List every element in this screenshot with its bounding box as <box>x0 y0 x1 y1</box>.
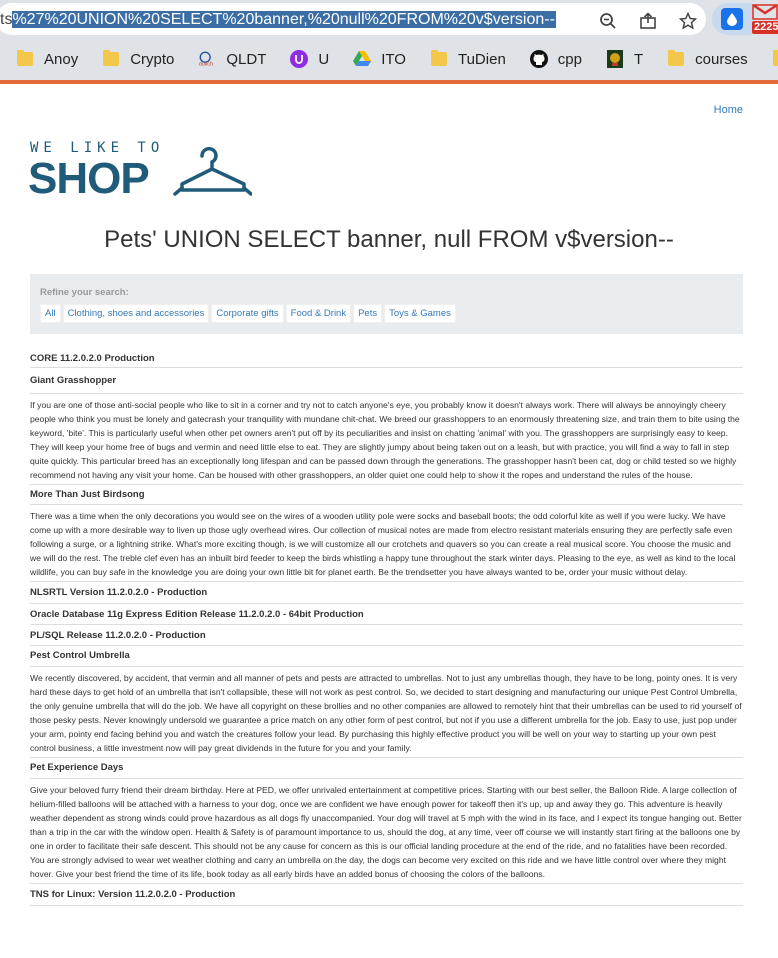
filter-food-drink[interactable]: Food & Drink <box>285 304 352 323</box>
header-accent-bar <box>0 80 778 84</box>
water-drop-icon <box>721 8 743 30</box>
category-filters: All Clothing, shoes and accessories Corp… <box>40 304 743 323</box>
logo-wordmark: SHOP <box>28 154 150 203</box>
filter-toys-games[interactable]: Toys & Games <box>384 304 456 323</box>
drive-icon <box>353 50 372 68</box>
bookmark-label: cpp <box>557 50 582 68</box>
url-text[interactable]: ts%27%20UNION%20SELECT%20banner,%20null%… <box>0 10 580 30</box>
hanger-icon <box>173 146 252 196</box>
row-description: We recently discovered, by accident, tha… <box>30 673 742 753</box>
share-icon[interactable] <box>634 7 662 35</box>
bookmark-t[interactable]: T <box>590 44 651 74</box>
row-title: Pest Control Umbrella <box>30 646 743 667</box>
filter-pets[interactable]: Pets <box>353 304 383 323</box>
refine-panel: Refine your search: All Clothing, shoes … <box>30 274 743 334</box>
bookmark-anoy[interactable]: Anoy <box>0 44 86 74</box>
table-row: NLSRTL Version 11.2.0.2.0 - Production <box>30 582 743 604</box>
extension-button[interactable] <box>712 3 752 35</box>
mail-icon <box>752 3 778 20</box>
folder-icon <box>667 50 685 68</box>
filter-clothing[interactable]: Clothing, shoes and accessories <box>62 304 210 323</box>
shop-logo[interactable]: WE LIKE TO SHOP <box>28 140 260 204</box>
bookmark-label: QLDT <box>226 50 267 68</box>
row-title: Giant Grasshopper <box>30 368 743 394</box>
address-bar[interactable]: ts%27%20UNION%20SELECT%20banner,%20null%… <box>0 3 706 35</box>
row-title: Pet Experience Days <box>30 758 743 779</box>
bookmark-label: Crypto <box>130 50 175 68</box>
row-title: Oracle Database 11g Express Edition Rele… <box>30 609 364 620</box>
row-description: Give your beloved furry friend their dre… <box>30 785 742 879</box>
row-title: PL/SQL Release 11.2.0.2.0 - Production <box>30 630 206 641</box>
refine-label: Refine your search: <box>40 287 129 298</box>
url-selection: %27%20UNION%20SELECT%20banner,%20null%20… <box>12 11 556 28</box>
row-title: TNS for Linux: Version 11.2.0.2.0 - Prod… <box>30 889 236 900</box>
row-title: More Than Just Birdsong <box>30 485 743 505</box>
bookmark-label: TuDien <box>457 50 506 68</box>
results-table: CORE 11.2.0.2.0 Production Giant Grassho… <box>30 350 743 906</box>
zoom-out-icon[interactable] <box>594 7 622 35</box>
folder-icon <box>772 50 778 68</box>
svg-text:dulich: dulich <box>199 61 213 67</box>
filter-all[interactable]: All <box>40 304 61 323</box>
bookmark-u[interactable]: U <box>274 44 337 74</box>
page-title: Pets' UNION SELECT banner, null FROM v$v… <box>104 226 674 253</box>
bookmark-tudien[interactable]: TuDien <box>414 44 514 74</box>
bookmark-label: U <box>318 50 330 68</box>
row-description: If you are one of those anti-social peop… <box>30 400 740 480</box>
bookmark-label: courses <box>695 50 748 68</box>
table-row: TNS for Linux: Version 11.2.0.2.0 - Prod… <box>30 884 743 906</box>
browser-toolbar: ts%27%20UNION%20SELECT%20banner,%20null%… <box>0 0 778 38</box>
table-row: Oracle Database 11g Express Edition Rele… <box>30 604 743 625</box>
bookmark-qldt[interactable]: dulich QLDT <box>182 44 274 74</box>
table-row: Pest Control Umbrella We recently discov… <box>30 646 743 758</box>
table-row: More Than Just Birdsong There was a time… <box>30 485 743 582</box>
mail-extension[interactable]: 2225 <box>752 2 778 36</box>
table-row: Giant Grasshopper If you are one of thos… <box>30 368 743 485</box>
u-icon <box>290 50 309 68</box>
bookmark-crypto[interactable]: Crypto <box>86 44 182 74</box>
bookmark-label: T <box>633 50 644 68</box>
url-prefix: ts <box>0 11 13 28</box>
folder-icon <box>16 50 34 68</box>
bookmark-label: Anoy <box>44 50 79 68</box>
table-row: CORE 11.2.0.2.0 Production <box>30 350 743 368</box>
bookmark-star-icon[interactable] <box>674 7 702 35</box>
bookmark-ito[interactable]: ITO <box>337 44 414 74</box>
row-description: There was a time when the only decoratio… <box>30 511 736 577</box>
bookmark-cpp[interactable]: cpp <box>514 44 590 74</box>
row-title: NLSRTL Version 11.2.0.2.0 - Production <box>30 587 208 598</box>
bookmark-courses[interactable]: courses <box>651 44 756 74</box>
table-row: PL/SQL Release 11.2.0.2.0 - Production <box>30 625 743 646</box>
folder-icon <box>102 50 120 68</box>
bookmarks-bar: Anoy Crypto dulich QLDT U ITO TuDien cpp … <box>0 38 778 80</box>
qldt-icon: dulich <box>198 50 216 68</box>
row-title: CORE 11.2.0.2.0 Production <box>30 353 155 364</box>
home-link[interactable]: Home <box>714 104 743 116</box>
table-row: Pet Experience Days Give your beloved fu… <box>30 758 743 884</box>
github-icon <box>529 50 548 68</box>
bookmark-s[interactable]: S <box>756 44 778 74</box>
filter-corporate-gifts[interactable]: Corporate gifts <box>211 304 284 323</box>
emblem-icon <box>606 50 624 68</box>
bookmark-label: ITO <box>381 50 406 68</box>
mail-badge: 2225 <box>752 21 778 34</box>
folder-icon <box>430 50 448 68</box>
